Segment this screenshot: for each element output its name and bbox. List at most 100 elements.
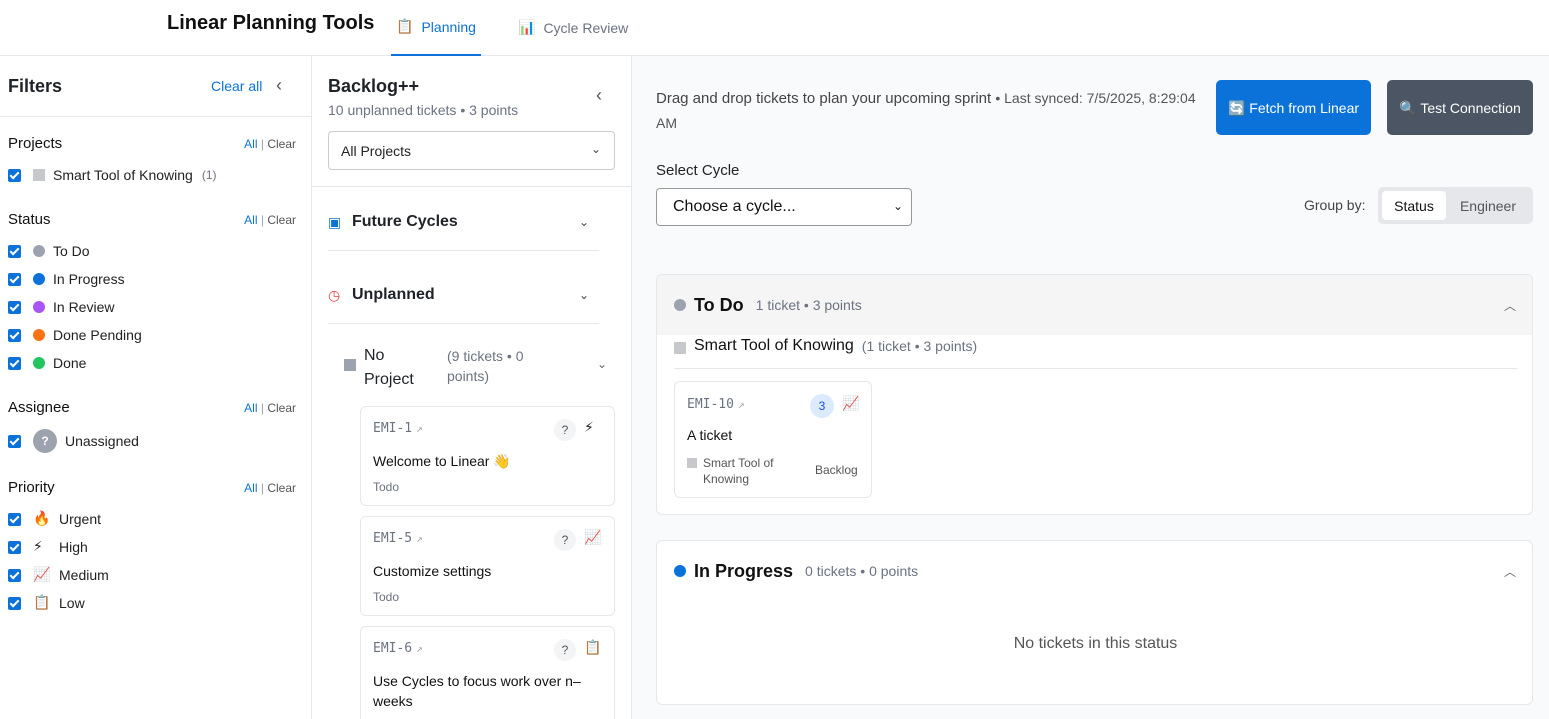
separator: |: [260, 137, 264, 151]
chevron-down-icon: ⌄: [590, 142, 601, 156]
chevron-down-icon: ⌄: [578, 215, 589, 229]
option-label: To Do: [53, 243, 90, 259]
select-all-link[interactable]: All: [244, 213, 257, 227]
clear-link[interactable]: Clear: [267, 401, 296, 415]
filter-option-project[interactable]: Smart Tool of Knowing (1): [8, 167, 217, 183]
group-by-status-option[interactable]: Status: [1382, 191, 1446, 220]
checkbox[interactable]: [8, 512, 21, 526]
chevron-up-icon[interactable]: ︿: [1504, 563, 1516, 580]
checkbox[interactable]: [8, 328, 21, 342]
option-label: In Review: [53, 299, 115, 315]
cycle-select[interactable]: Choose a cycle... ⌄: [656, 188, 912, 226]
ticket-id[interactable]: EMI-1 ↗: [373, 421, 423, 436]
external-link-icon: ↗: [737, 398, 745, 411]
ticket-project: Smart Tool of Knowing: [687, 455, 797, 487]
subgroup-name: Smart Tool of Knowing: [694, 337, 854, 354]
filter-option-in-progress[interactable]: In Progress: [8, 271, 125, 287]
calendar-icon: ▣: [328, 213, 342, 230]
ticket-id-text: EMI-10: [687, 397, 734, 412]
option-label: Smart Tool of Knowing: [53, 167, 193, 183]
status-dot-icon: [33, 357, 45, 369]
clear-all-link[interactable]: Clear all: [211, 78, 262, 94]
ticket-card[interactable]: EMI-1 ↗ ? ⚡ Welcome to Linear 👋 Todo: [360, 406, 615, 506]
tab-cycle-review[interactable]: 📊 Cycle Review: [514, 0, 632, 56]
checkbox[interactable]: [8, 568, 21, 582]
clear-link[interactable]: Clear: [267, 481, 296, 495]
select-value: Choose a cycle...: [673, 198, 796, 215]
clear-link[interactable]: Clear: [267, 137, 296, 151]
filters-title: Filters: [8, 76, 63, 96]
chart-up-icon: 📈: [584, 530, 602, 546]
chevron-down-icon: ⌄: [597, 357, 608, 371]
ticket-id[interactable]: EMI-6 ↗: [373, 641, 423, 656]
project-subgroup: Smart Tool of Knowing (1 ticket • 3 poin…: [674, 337, 1517, 369]
checkbox[interactable]: [8, 596, 21, 610]
collapse-left-icon[interactable]: ‹: [276, 75, 282, 96]
tab-planning[interactable]: 📋 Planning: [391, 0, 481, 56]
backlog-summary: 10 unplanned tickets • 3 points: [328, 102, 519, 118]
checkbox[interactable]: [8, 300, 21, 314]
planning-description: Drag and drop tickets to plan your upcom…: [656, 86, 1201, 136]
project-select[interactable]: All Projects ⌄: [328, 131, 615, 170]
select-all-link[interactable]: All: [244, 401, 257, 415]
all-clear-links: All | Clear: [244, 137, 296, 151]
filter-option-urgent[interactable]: 🔥 Urgent: [8, 511, 101, 527]
filter-option-in-review[interactable]: In Review: [8, 299, 114, 315]
ticket-status: Backlog: [815, 463, 858, 477]
ticket-id[interactable]: EMI-5 ↗: [373, 531, 423, 546]
chevron-up-icon[interactable]: ︿: [1504, 297, 1516, 314]
unplanned-section[interactable]: ◷ Unplanned ⌄: [328, 267, 599, 324]
checkbox[interactable]: [8, 540, 21, 554]
estimate-badge: ?: [554, 639, 576, 661]
checkbox[interactable]: [8, 356, 21, 370]
select-all-link[interactable]: All: [244, 481, 257, 495]
project-square-icon: [344, 359, 356, 371]
future-cycles-section[interactable]: ▣ Future Cycles ⌄: [328, 194, 599, 251]
filter-option-todo[interactable]: To Do: [8, 243, 90, 259]
filter-option-unassigned[interactable]: ? Unassigned: [8, 429, 139, 453]
option-label: High: [59, 539, 88, 555]
separator: |: [260, 481, 264, 495]
ticket-id[interactable]: EMI-10 ↗: [687, 397, 745, 412]
group-header[interactable]: In Progress 0 tickets • 0 points ︿: [657, 541, 1532, 601]
group-by-engineer-option[interactable]: Engineer: [1450, 191, 1526, 220]
filter-option-high[interactable]: ⚡ High: [8, 539, 88, 555]
projects-filter: Projects All | Clear Smart Tool of Knowi…: [8, 135, 296, 183]
group-name: To Do: [694, 294, 744, 315]
option-label: Low: [59, 595, 85, 611]
checkbox[interactable]: [8, 168, 21, 182]
ticket-card[interactable]: EMI-10 ↗ 3 📈 A ticket Smart Tool of Knowi…: [674, 381, 872, 498]
test-connection-button[interactable]: 🔍 Test Connection: [1387, 80, 1533, 135]
ticket-card[interactable]: EMI-6 ↗ ? 📋 Use Cycles to focus work over…: [360, 626, 615, 719]
avatar: ?: [33, 429, 57, 453]
ticket-card[interactable]: EMI-5 ↗ ? 📈 Customize settings Todo: [360, 516, 615, 616]
filter-option-medium[interactable]: 📈 Medium: [8, 567, 109, 583]
checkbox[interactable]: [8, 434, 21, 448]
ticket-id-text: EMI-1: [373, 421, 413, 436]
checkbox[interactable]: [8, 272, 21, 286]
external-link-icon: ↗: [416, 642, 423, 655]
section-label: Future Cycles: [352, 213, 458, 230]
filter-option-done-pending[interactable]: Done Pending: [8, 327, 142, 343]
group-header[interactable]: To Do 1 ticket • 3 points ︿: [657, 275, 1532, 335]
lightning-icon: ⚡: [584, 420, 594, 436]
group-by-label: Group by:: [1304, 197, 1366, 213]
filters-header: Filters Clear all ‹: [0, 56, 311, 117]
filter-option-done[interactable]: Done: [8, 355, 86, 371]
fetch-from-linear-button[interactable]: 🔄 Fetch from Linear: [1216, 80, 1371, 135]
no-project-group[interactable]: No Project (9 tickets • 0 points) ⌄: [344, 344, 608, 394]
ticket-title: Welcome to Linear 👋: [373, 453, 511, 469]
all-clear-links: All | Clear: [244, 401, 296, 415]
divider: [312, 186, 631, 187]
top-bar: Linear Planning Tools 📋 Planning 📊 Cycle…: [0, 0, 1549, 56]
all-clear-links: All | Clear: [244, 213, 296, 227]
select-all-link[interactable]: All: [244, 137, 257, 151]
checkbox[interactable]: [8, 244, 21, 258]
section-label: Unplanned: [352, 286, 435, 303]
group-meta: 0 tickets • 0 points: [805, 563, 919, 579]
clear-link[interactable]: Clear: [267, 213, 296, 227]
filter-option-low[interactable]: 📋 Low: [8, 595, 85, 611]
collapse-left-icon[interactable]: ‹: [596, 85, 602, 106]
project-square-icon: [687, 458, 697, 468]
clock-icon: ◷: [328, 286, 341, 303]
